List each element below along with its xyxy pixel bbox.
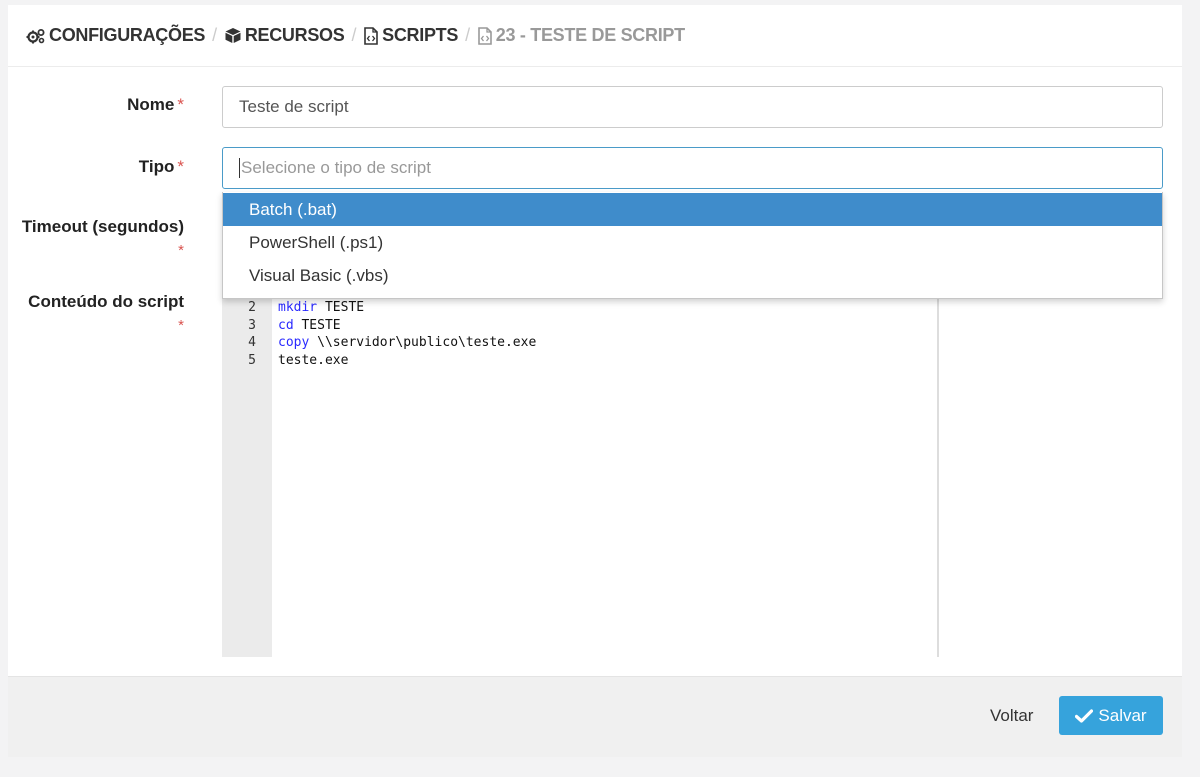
save-button[interactable]: Salvar [1059, 696, 1163, 735]
nome-label-text: Nome [127, 95, 175, 114]
required-mark: * [178, 242, 184, 259]
file-code-icon [364, 26, 378, 45]
main-card: CONFIGURAÇÕES / RECURSOS / SCRIPTS / 23 … [8, 5, 1182, 757]
line-number: 5 [248, 352, 256, 368]
breadcrumb-scripts[interactable]: SCRIPTS [363, 25, 458, 46]
nome-input[interactable]: Teste de script [222, 86, 1163, 128]
breadcrumb: CONFIGURAÇÕES / RECURSOS / SCRIPTS / 23 … [8, 5, 1182, 67]
line-number: 4 [248, 335, 256, 350]
tipo-placeholder: Selecione o tipo de script [241, 158, 431, 177]
code-rest: TESTE [317, 300, 365, 315]
timeout-label: Timeout (segundos) * [22, 215, 184, 263]
nome-label: Nome * [127, 93, 184, 117]
breadcrumb-configuracoes[interactable]: CONFIGURAÇÕES [26, 25, 205, 46]
option-powershell[interactable]: PowerShell (.ps1) [223, 226, 1162, 259]
conteudo-label-text: Conteúdo do script [28, 292, 184, 311]
code-rest: \\servidor\publico\teste.exe [309, 335, 537, 350]
tipo-select[interactable]: Selecione o tipo de script [222, 147, 1163, 189]
breadcrumb-separator: / [351, 25, 357, 45]
breadcrumb-separator: / [465, 25, 470, 45]
tipo-label-text: Tipo [138, 157, 175, 176]
check-icon [1075, 708, 1094, 723]
required-mark: * [177, 95, 184, 114]
option-batch[interactable]: Batch (.bat) [223, 193, 1162, 226]
code-rest: TESTE [293, 317, 341, 333]
required-mark: * [177, 157, 184, 176]
line-number: 3 [248, 317, 256, 333]
gears-icon [26, 28, 45, 43]
breadcrumb-label: RECURSOS [244, 25, 345, 45]
breadcrumb-label: SCRIPTS [382, 25, 459, 45]
nome-input-value: Teste de script [239, 97, 349, 116]
cube-icon [225, 28, 241, 43]
code-text: cd TESTE [278, 317, 341, 335]
code-rest: teste.exe [278, 352, 349, 368]
code-editor[interactable]: 2 mkdir TESTE 3 cd TESTE 4 copy \\servid… [222, 285, 939, 657]
code-line: 2 mkdir TESTE [222, 299, 922, 317]
required-mark: * [178, 317, 184, 334]
tipo-label: Tipo * [139, 155, 184, 179]
save-button-label: Salvar [1098, 705, 1147, 725]
file-code-icon [477, 26, 492, 45]
breadcrumb-recursos[interactable]: RECURSOS [224, 25, 345, 46]
code-text: copy \\servidor\publico\teste.exe [278, 334, 536, 352]
code-line: 4 copy \\servidor\publico\teste.exe [222, 334, 922, 352]
breadcrumb-label: 23 - TESTE DE SCRIPT [495, 25, 685, 45]
code-keyword: copy [278, 335, 310, 350]
line-number: 2 [248, 300, 256, 315]
option-visual-basic[interactable]: Visual Basic (.vbs) [223, 259, 1162, 292]
breadcrumb-current: 23 - TESTE DE SCRIPT [477, 25, 685, 46]
code-line: 5 teste.exe [222, 352, 922, 370]
breadcrumb-label: CONFIGURAÇÕES [49, 25, 206, 45]
text-caret [239, 158, 240, 178]
code-line: 3 cd TESTE [222, 317, 922, 335]
breadcrumb-separator: / [212, 25, 217, 45]
code-keyword: mkdir [278, 300, 318, 315]
code-text: mkdir TESTE [278, 299, 364, 317]
code-keyword: cd [278, 317, 294, 333]
conteudo-label: Conteúdo do script * [28, 290, 184, 338]
timeout-label-text: Timeout (segundos) [21, 217, 184, 236]
tipo-dropdown-menu: Batch (.bat) PowerShell (.ps1) Visual Ba… [222, 192, 1163, 299]
back-button[interactable]: Voltar [990, 705, 1033, 727]
code-text: teste.exe [278, 352, 348, 370]
